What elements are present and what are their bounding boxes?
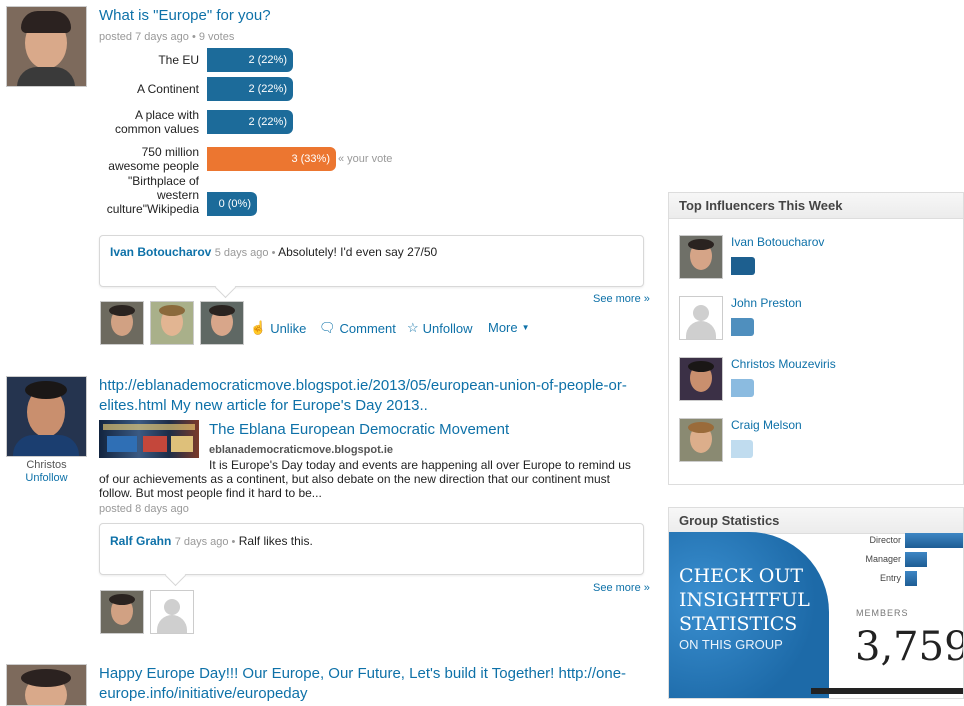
members-label: MEMBERS bbox=[856, 608, 909, 618]
link-preview-text-2: of our achievements as a continent, but … bbox=[99, 472, 610, 486]
comment-author[interactable]: Ralf Grahn bbox=[110, 534, 171, 548]
shared-link-line1[interactable]: http://eblanademocraticmove.blogspot.ie/… bbox=[99, 377, 627, 394]
influencer-activity-bar bbox=[731, 257, 755, 275]
author-avatar-poll[interactable] bbox=[6, 6, 87, 87]
poll-result-bar[interactable]: 0 (0%) bbox=[207, 192, 257, 216]
comment-bubble-link: Ralf Grahn 7 days ago • Ralf likes this. bbox=[99, 523, 644, 587]
poll-result-bar[interactable]: 2 (22%) bbox=[207, 110, 293, 134]
poll-option-label-line: culture"Wikipedia bbox=[106, 202, 199, 216]
influencer-name[interactable]: John Preston bbox=[731, 296, 802, 310]
poll-option-label-line: common values bbox=[114, 122, 199, 136]
more-button[interactable]: More ▼ bbox=[488, 320, 530, 335]
influencer-activity-bar bbox=[731, 318, 754, 336]
influencer-name[interactable]: Craig Melson bbox=[731, 418, 802, 432]
liker-avatar-placeholder[interactable] bbox=[150, 590, 194, 634]
top-influencers-title: Top Influencers This Week bbox=[669, 193, 963, 219]
seniority-label: Entry bbox=[879, 573, 901, 583]
caret-down-icon: ▼ bbox=[521, 323, 530, 332]
top-influencers-panel: Top Influencers This Week Ivan Botouchar… bbox=[668, 192, 964, 485]
link-preview-text-1: It is Europe's Day today and events are … bbox=[209, 458, 631, 472]
promo-line-2: INSIGHTFUL bbox=[679, 589, 810, 611]
group-statistics-title: Group Statistics bbox=[669, 508, 963, 534]
poll-option-label-line: "Birthplace of bbox=[128, 174, 199, 188]
thumbs-up-icon: ☝ bbox=[250, 320, 267, 335]
influencer-avatar[interactable] bbox=[679, 357, 723, 401]
comment-text: Absolutely! I'd even say 27/50 bbox=[278, 245, 438, 259]
members-count: 3,759 bbox=[855, 624, 964, 670]
poll-option-label: The EU bbox=[99, 53, 199, 67]
statistics-promo[interactable]: CHECK OUT INSIGHTFUL STATISTICS ON THIS … bbox=[669, 532, 829, 698]
poll-option-label-line: The EU bbox=[158, 53, 199, 67]
more-label: More bbox=[488, 320, 518, 335]
poll-option-label-line: awesome people bbox=[108, 159, 199, 173]
see-more-link[interactable]: See more » bbox=[593, 582, 650, 594]
poll-option-label: 750 million awesome people bbox=[99, 145, 199, 173]
unfollow-button[interactable]: ☆ Unfollow bbox=[407, 320, 473, 336]
influencer-name[interactable]: Christos Mouzeviris bbox=[731, 357, 836, 371]
liker-avatar[interactable] bbox=[200, 301, 244, 345]
comment-label: Comment bbox=[339, 320, 396, 336]
influencer-avatar[interactable] bbox=[679, 418, 723, 462]
shared-link-line2[interactable]: elites.html My new article for Europe's … bbox=[99, 397, 428, 414]
comment-text: Ralf likes this. bbox=[238, 534, 313, 548]
poll-result-bar[interactable]: 2 (22%) bbox=[207, 48, 293, 72]
link-preview-domain: eblanademocraticmove.blogspot.ie bbox=[209, 444, 393, 456]
unfollow-label: Unfollow bbox=[422, 320, 473, 336]
seniority-bar bbox=[905, 533, 963, 548]
poll-title[interactable]: What is "Europe" for you? bbox=[99, 7, 271, 24]
poll-option-label: A place with common values bbox=[99, 108, 199, 136]
comment-time: 7 days ago • bbox=[174, 536, 236, 548]
influencer-activity-bar bbox=[731, 440, 753, 458]
speech-bubble-icon: 🗨 bbox=[319, 320, 336, 335]
poll-option-label: A Continent bbox=[99, 82, 199, 96]
promo-subtitle: ON THIS GROUP bbox=[679, 637, 783, 652]
influencer-name[interactable]: Ivan Botoucharov bbox=[731, 235, 824, 249]
link-preview-image[interactable] bbox=[99, 420, 199, 458]
link-preview-text-3: follow. But most people find it hard to … bbox=[99, 486, 322, 500]
comment-author[interactable]: Ivan Botoucharov bbox=[110, 245, 211, 259]
comment-time: 5 days ago • bbox=[214, 247, 276, 259]
influencer-activity-bar bbox=[731, 379, 754, 397]
post3-title-line2[interactable]: europe.info/initiative/europeday bbox=[99, 685, 307, 702]
unlike-label: Unlike bbox=[270, 320, 307, 336]
poll-option-label-line: 750 million bbox=[141, 145, 199, 159]
author-avatar-christos[interactable] bbox=[6, 376, 87, 457]
author-avatar-post3[interactable] bbox=[6, 664, 87, 706]
promo-line-1: CHECK OUT bbox=[679, 565, 804, 587]
seniority-label: Manager bbox=[865, 554, 901, 564]
liker-avatar[interactable] bbox=[150, 301, 194, 345]
liker-avatar[interactable] bbox=[100, 301, 144, 345]
post3-title-line1[interactable]: Happy Europe Day!!! Our Europe, Our Futu… bbox=[99, 665, 626, 682]
star-icon: ☆ bbox=[407, 320, 419, 335]
influencer-avatar[interactable] bbox=[679, 296, 723, 340]
promo-line-3: STATISTICS bbox=[679, 613, 798, 635]
liker-avatar[interactable] bbox=[100, 590, 144, 634]
poll-option-label-line: A place with bbox=[134, 108, 199, 122]
influencer-avatar[interactable] bbox=[679, 235, 723, 279]
author-unfollow-link[interactable]: Unfollow bbox=[6, 472, 87, 484]
seniority-bar bbox=[905, 552, 927, 567]
author-name: Christos bbox=[26, 459, 67, 471]
comment-button[interactable]: 🗨 Comment bbox=[319, 320, 396, 336]
poll-option-label-line: western bbox=[156, 188, 199, 202]
comment-bubble-poll: Ivan Botoucharov 5 days ago • Absolutely… bbox=[99, 235, 644, 299]
poll-option-label: "Birthplace of western culture"Wikipedia bbox=[99, 174, 199, 216]
poll-result-bar[interactable]: 2 (22%) bbox=[207, 77, 293, 101]
seniority-label: Director bbox=[869, 535, 901, 545]
seniority-bar bbox=[905, 571, 917, 586]
link-preview-title[interactable]: The Eblana European Democratic Movement bbox=[209, 421, 509, 438]
poll-option-label-line: A Continent bbox=[136, 82, 199, 96]
poll-result-bar[interactable]: 3 (33%) bbox=[207, 147, 336, 171]
unlike-button[interactable]: ☝ Unlike bbox=[250, 320, 306, 336]
post-meta: posted 8 days ago bbox=[99, 503, 189, 515]
group-statistics-panel: Group Statistics CHECK OUT INSIGHTFUL ST… bbox=[668, 507, 964, 699]
your-vote-note: « your vote bbox=[338, 153, 393, 165]
poll-meta: posted 7 days ago • 9 votes bbox=[99, 31, 235, 43]
see-more-link[interactable]: See more » bbox=[593, 293, 650, 305]
